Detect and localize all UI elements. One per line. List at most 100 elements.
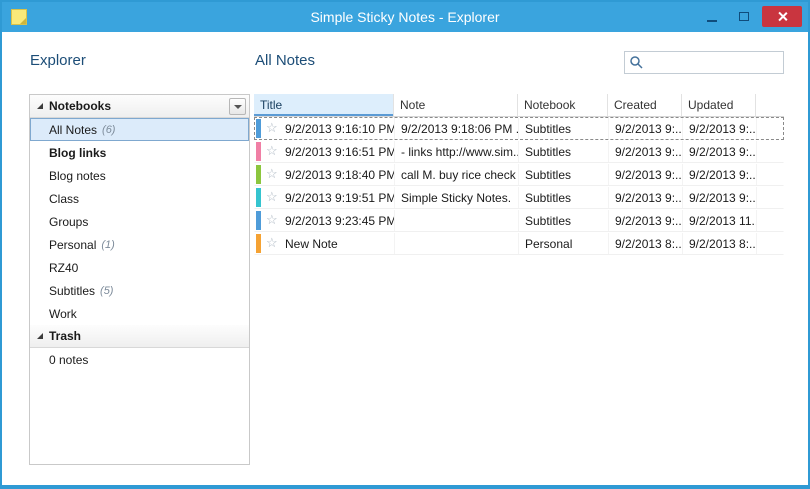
note-title-cell: ☆ 9/2/2013 9:19:51 PM bbox=[255, 187, 395, 208]
sidebar-item-label: Class bbox=[49, 191, 80, 206]
trash-header-label: Trash bbox=[49, 329, 82, 343]
notes-table-body: ☆ 9/2/2013 9:16:10 PM 9/2/2013 9:18:06 PM … bbox=[254, 117, 784, 255]
minimize-icon bbox=[706, 19, 717, 22]
sidebar: Notebooks All Notes (6) Blog links Blog not… bbox=[29, 94, 250, 465]
note-notebook: Subtitles bbox=[519, 164, 609, 185]
maximize-button[interactable] bbox=[730, 6, 757, 27]
sidebar-item-blog-notes[interactable]: Blog notes bbox=[30, 164, 249, 187]
note-notebook: Personal bbox=[519, 233, 609, 254]
note-updated: 9/2/2013 8:... bbox=[683, 233, 757, 254]
notebooks-header-label: Notebooks bbox=[49, 99, 112, 113]
table-row[interactable]: ☆ 9/2/2013 9:19:51 PM Simple Sticky Notes.… bbox=[254, 186, 784, 209]
sidebar-item-subtitles[interactable]: Subtitles (5) bbox=[30, 279, 249, 302]
row-filler bbox=[757, 118, 783, 139]
sidebar-item-label: 0 notes bbox=[49, 352, 89, 367]
note-created: 9/2/2013 8:... bbox=[609, 233, 683, 254]
note-color-stripe bbox=[256, 165, 261, 184]
notes-table-header: Title Note Notebook Created Updated bbox=[254, 94, 784, 117]
table-row[interactable]: ☆ 9/2/2013 9:16:51 PM - links http://www.s… bbox=[254, 140, 784, 163]
note-created: 9/2/2013 9:... bbox=[609, 141, 683, 162]
note-title-cell: ☆ 9/2/2013 9:16:10 PM bbox=[255, 118, 395, 139]
note-updated: 9/2/2013 9:... bbox=[683, 164, 757, 185]
note-notebook: Subtitles bbox=[519, 210, 609, 231]
column-header-updated[interactable]: Updated bbox=[682, 94, 756, 117]
column-header-notebook[interactable]: Notebook bbox=[518, 94, 608, 117]
table-row[interactable]: ☆ 9/2/2013 9:23:45 PM Subtitles 9/2/2013 9:… bbox=[254, 209, 784, 232]
note-title-cell: ☆ 9/2/2013 9:16:51 PM bbox=[255, 141, 395, 162]
sidebar-item-label: Subtitles bbox=[49, 283, 96, 298]
trash-list: 0 notes bbox=[30, 348, 249, 371]
sidebar-item-label: RZ40 bbox=[49, 260, 79, 275]
note-title: 9/2/2013 9:19:51 PM bbox=[285, 190, 394, 205]
row-filler bbox=[757, 233, 783, 254]
note-color-stripe bbox=[256, 119, 261, 138]
sidebar-item-label: Groups bbox=[49, 214, 89, 229]
sidebar-item-0-notes[interactable]: 0 notes bbox=[30, 348, 249, 371]
chevron-down-icon bbox=[233, 104, 242, 109]
table-row[interactable]: ☆ New Note Personal 9/2/2013 8:... 9/2/2013 … bbox=[254, 232, 784, 255]
sidebar-item-personal[interactable]: Personal (1) bbox=[30, 233, 249, 256]
column-header-title[interactable]: Title bbox=[254, 94, 394, 117]
notebooks-section-header[interactable]: Notebooks bbox=[30, 95, 249, 118]
note-color-stripe bbox=[256, 211, 261, 230]
note-title-cell: ☆ 9/2/2013 9:18:40 PM bbox=[255, 164, 395, 185]
title-bar: Simple Sticky Notes - Explorer bbox=[2, 2, 808, 32]
star-icon[interactable]: ☆ bbox=[266, 144, 278, 157]
sidebar-item-blog-links[interactable]: Blog links bbox=[30, 141, 249, 164]
note-title: 9/2/2013 9:23:45 PM bbox=[285, 213, 394, 228]
note-updated: 9/2/2013 11... bbox=[683, 210, 757, 231]
note-created: 9/2/2013 9:... bbox=[609, 164, 683, 185]
note-updated: 9/2/2013 9:... bbox=[683, 118, 757, 139]
table-row[interactable]: ☆ 9/2/2013 9:18:40 PM call M. buy rice che… bbox=[254, 163, 784, 186]
sidebar-item-work[interactable]: Work bbox=[30, 302, 249, 325]
star-icon[interactable]: ☆ bbox=[266, 236, 278, 249]
search-input[interactable] bbox=[647, 55, 779, 70]
star-icon[interactable]: ☆ bbox=[266, 213, 278, 226]
notebook-list: All Notes (6) Blog links Blog notes Class Gro… bbox=[30, 118, 249, 325]
window-content: Explorer All Notes Notebooks All Notes (6… bbox=[2, 32, 808, 485]
window-title: Simple Sticky Notes - Explorer bbox=[310, 9, 500, 25]
column-header-created[interactable]: Created bbox=[608, 94, 682, 117]
page-title: All Notes bbox=[255, 52, 316, 69]
sidebar-item-groups[interactable]: Groups bbox=[30, 210, 249, 233]
minimize-button[interactable] bbox=[698, 6, 725, 27]
column-header-note[interactable]: Note bbox=[394, 94, 518, 117]
expander-icon bbox=[37, 103, 43, 109]
note-title: 9/2/2013 9:16:10 PM bbox=[285, 121, 394, 136]
sidebar-item-class[interactable]: Class bbox=[30, 187, 249, 210]
sidebar-item-label: Personal bbox=[49, 237, 97, 252]
note-updated: 9/2/2013 9:... bbox=[683, 187, 757, 208]
column-header-filler bbox=[756, 94, 784, 117]
close-button[interactable] bbox=[762, 6, 802, 27]
note-notebook: Subtitles bbox=[519, 187, 609, 208]
expander-icon bbox=[37, 333, 43, 339]
table-row[interactable]: ☆ 9/2/2013 9:16:10 PM 9/2/2013 9:18:06 PM … bbox=[254, 117, 784, 140]
sidebar-item-rz40[interactable]: RZ40 bbox=[30, 256, 249, 279]
item-count: (1) bbox=[101, 238, 115, 251]
notebooks-dropdown-button[interactable] bbox=[229, 98, 246, 115]
explorer-heading: Explorer bbox=[30, 52, 86, 69]
row-filler bbox=[757, 187, 783, 208]
note-notebook: Subtitles bbox=[519, 141, 609, 162]
note-created: 9/2/2013 9:... bbox=[609, 210, 683, 231]
note-title: 9/2/2013 9:18:40 PM bbox=[285, 167, 394, 182]
search-icon bbox=[630, 56, 643, 69]
note-color-stripe bbox=[256, 142, 261, 161]
item-count: (6) bbox=[102, 123, 116, 136]
app-window: Simple Sticky Notes - Explorer Explorer … bbox=[0, 0, 810, 489]
star-icon[interactable]: ☆ bbox=[266, 167, 278, 180]
note-color-stripe bbox=[256, 234, 261, 253]
trash-section-header[interactable]: Trash bbox=[30, 325, 249, 348]
note-created: 9/2/2013 9:... bbox=[609, 118, 683, 139]
sidebar-item-label: All Notes bbox=[49, 122, 98, 137]
note-color-stripe bbox=[256, 188, 261, 207]
star-icon[interactable]: ☆ bbox=[266, 190, 278, 203]
note-created: 9/2/2013 9:... bbox=[609, 187, 683, 208]
note-title-cell: ☆ New Note bbox=[255, 233, 395, 254]
notes-table: Title Note Notebook Created Updated ☆ 9/2/201… bbox=[254, 94, 784, 255]
sidebar-item-label: Work bbox=[49, 306, 77, 321]
note-preview: Simple Sticky Notes. bbox=[395, 187, 519, 208]
star-icon[interactable]: ☆ bbox=[266, 121, 278, 134]
sidebar-item-all-notes[interactable]: All Notes (6) bbox=[30, 118, 249, 141]
note-title: 9/2/2013 9:16:51 PM bbox=[285, 144, 394, 159]
